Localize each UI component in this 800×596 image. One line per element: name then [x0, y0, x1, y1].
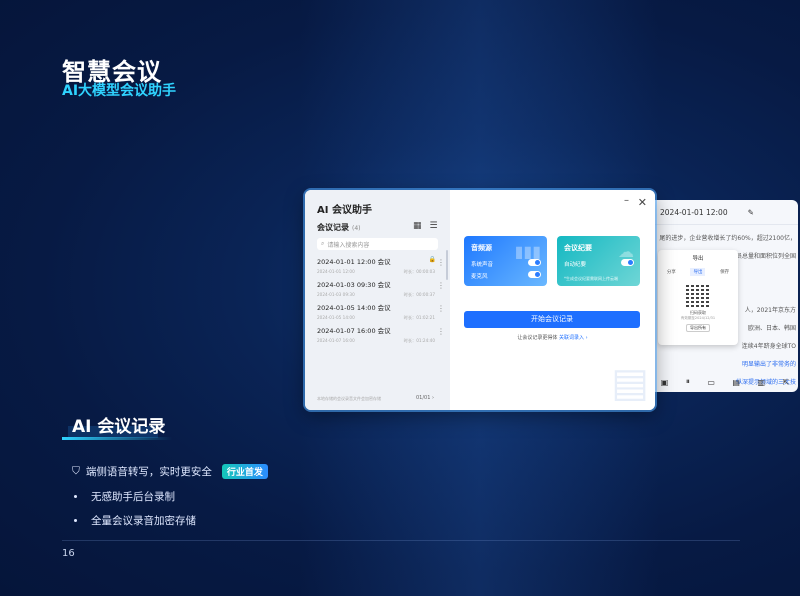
- chevron-right-icon[interactable]: ›: [586, 335, 588, 341]
- summary-card: 会议纪要 ☁ 自动纪要 *生成会议纪要需联网上传云端: [557, 236, 640, 286]
- export-tabs: 分享 导出 保存: [658, 268, 738, 276]
- record-title: 2024-01-03 09:30 会议: [317, 281, 391, 289]
- record-duration: 时长：01:02:21: [403, 315, 435, 320]
- industry-first-badge: 行业首发: [221, 464, 268, 479]
- pause-icon[interactable]: ⏸: [686, 377, 690, 387]
- microphone-label: 麦克风: [471, 274, 488, 280]
- app-title: AI 会议助手: [317, 205, 372, 216]
- pager-text: 01/01: [416, 395, 431, 401]
- more-icon[interactable]: ⋮: [437, 305, 445, 313]
- storage-note: 本地存储的会议录音文件会加密存储: [317, 396, 381, 401]
- qr-code-icon: [686, 283, 710, 307]
- notes-icon[interactable]: ▭: [707, 378, 715, 387]
- record-icon[interactable]: ▣: [661, 378, 669, 387]
- search-input[interactable]: ⌕ 请输入搜索内容: [317, 238, 438, 250]
- records-count: (4): [352, 225, 361, 232]
- record-time: 2024-01-03 09:30: [317, 292, 355, 297]
- record-duration: 时长：01:24:40: [403, 338, 435, 343]
- record-item[interactable]: 2024-01-07 16:00 会议 2024-01-07 16:00 时长：0…: [317, 325, 445, 344]
- record-meta: 2024-01-01 12:00 时长：00:00:03: [317, 269, 443, 275]
- auto-summary-label: 自动纪要: [564, 262, 587, 268]
- records-scrollbar[interactable]: [446, 250, 448, 280]
- export-all-button[interactable]: 导出所有: [686, 324, 710, 332]
- export-tab-share[interactable]: 分享: [664, 268, 679, 276]
- records-tools: ▦ ☰: [413, 221, 438, 231]
- close-icon[interactable]: ✕: [638, 196, 647, 209]
- edit-icon[interactable]: ✎: [748, 208, 754, 217]
- export-tab-export[interactable]: 导出: [690, 268, 706, 276]
- record-title: 2024-01-05 14:00 会议: [317, 304, 391, 312]
- footer-divider: [62, 540, 740, 541]
- record-duration: 时长：00:00:37: [403, 292, 435, 297]
- start-recording-button[interactable]: 开始会议记录: [464, 311, 640, 328]
- page-number: 16: [62, 548, 75, 559]
- hint-text: 让会议记录更得体: [517, 335, 558, 341]
- more-icon[interactable]: ⋮: [437, 282, 445, 290]
- record-item[interactable]: 2024-01-01 12:00 会议 2024-01-01 12:00 时长：0…: [317, 256, 445, 275]
- back-toolbar: ▣ ⏸ ▭ ▤ ▥ ⇱: [652, 372, 798, 392]
- export-dialog: 导出 分享 导出 保存 扫码获取 有效期至2024/12/31 导出所有: [658, 250, 738, 345]
- records-panel: AI 会议助手 会议记录 (4) ▦ ☰ ⌕ 请输入搜索内容 2024-01-01…: [305, 190, 450, 410]
- share-icon[interactable]: ⇱: [783, 378, 790, 387]
- record-time: 2024-01-07 16:00: [317, 338, 355, 343]
- summary-note: *生成会议纪要需联网上传云端: [564, 276, 618, 281]
- search-icon: ⌕: [321, 240, 325, 247]
- export-icon[interactable]: ▤: [732, 378, 740, 387]
- record-meta: 2024-01-05 14:00 时长：01:02:21: [317, 315, 443, 321]
- start-hint: 让会议记录更得体 关联词录入 ›: [450, 334, 655, 341]
- feature-item: ⛉ 端侧语音转写，实时更安全 行业首发: [72, 464, 268, 479]
- summary-title: 会议纪要: [564, 244, 592, 252]
- records-title: 会议记录: [317, 223, 349, 232]
- microphone-toggle[interactable]: [528, 271, 541, 278]
- feature-item: 无感助手后台录制: [72, 489, 175, 504]
- control-panel: – ✕ 音频源 ▮▮▮ 系统声音 麦克风 会议纪要 ☁ 自动纪要 *生成会议纪要…: [450, 190, 655, 410]
- records-header: 会议记录 (4): [317, 222, 361, 233]
- back-window-title: 2024-01-01 12:00: [660, 207, 728, 217]
- minimize-icon[interactable]: –: [624, 195, 629, 206]
- pager: 01/01 ›: [416, 395, 434, 401]
- record-meta: 2024-01-07 16:00 时长：01:24:40: [317, 338, 443, 344]
- search-placeholder: 请输入搜索内容: [327, 241, 370, 249]
- record-item[interactable]: 2024-01-05 14:00 会议 2024-01-05 14:00 时长：0…: [317, 302, 445, 321]
- feature-text: 全量会议录音加密存储: [91, 515, 196, 527]
- chart-watermark-icon: ▤: [611, 360, 649, 406]
- transcript-line: 尾的进步，企业营收增长了约60%，超过2100亿，: [659, 235, 796, 242]
- auto-summary-toggle[interactable]: [621, 259, 634, 266]
- pager-next-icon[interactable]: ›: [432, 395, 434, 401]
- record-time: 2024-01-01 12:00: [317, 269, 355, 274]
- export-tab-save[interactable]: 保存: [717, 268, 732, 276]
- audio-source-card: 音频源 ▮▮▮ 系统声音 麦克风: [464, 236, 547, 286]
- keyword-link[interactable]: 关联词录入: [559, 335, 584, 341]
- more-icon[interactable]: ⋮: [437, 328, 445, 336]
- shield-check-icon: ⛉: [72, 465, 80, 477]
- back-window-header: 2024-01-01 12:00 ✎: [652, 200, 798, 225]
- record-title: 2024-01-01 12:00 会议: [317, 258, 391, 266]
- export-title: 导出: [692, 256, 704, 262]
- bullet-icon: [74, 519, 77, 522]
- page-subtitle: AI大模型会议助手: [62, 83, 177, 99]
- calendar-icon[interactable]: ▦: [413, 221, 422, 231]
- section-underline: [62, 437, 172, 440]
- feature-item: 全量会议录音加密存储: [72, 513, 196, 528]
- back-window: 2024-01-01 12:00 ✎ 尾的进步，企业营收增长了约60%，超过21…: [652, 200, 798, 392]
- section-title: AI 会议记录: [72, 417, 166, 437]
- record-title: 2024-01-07 16:00 会议: [317, 327, 391, 335]
- record-meta: 2024-01-03 09:30 时长：00:00:37: [317, 292, 443, 298]
- record-item[interactable]: 2024-01-03 09:30 会议 2024-01-03 09:30 时长：0…: [317, 279, 445, 298]
- more-icon[interactable]: ⋮: [437, 259, 445, 267]
- ai-assistant-window: AI 会议助手 会议记录 (4) ▦ ☰ ⌕ 请输入搜索内容 2024-01-01…: [305, 190, 655, 410]
- qr-subcaption: 有效期至2024/12/31: [680, 316, 716, 320]
- feature-text: 无感助手后台录制: [91, 491, 175, 503]
- system-sound-label: 系统声音: [471, 262, 494, 268]
- audio-source-title: 音频源: [471, 244, 492, 252]
- system-sound-toggle[interactable]: [528, 259, 541, 266]
- sort-icon[interactable]: ☰: [430, 221, 438, 231]
- bullet-icon: [74, 495, 77, 498]
- feature-text: 端侧语音转写，实时更安全: [85, 466, 212, 478]
- subtitle-icon[interactable]: ▥: [757, 378, 765, 387]
- record-time: 2024-01-05 14:00: [317, 315, 355, 320]
- lock-icon: 🔒: [428, 256, 436, 263]
- record-duration: 时长：00:00:03: [403, 269, 435, 274]
